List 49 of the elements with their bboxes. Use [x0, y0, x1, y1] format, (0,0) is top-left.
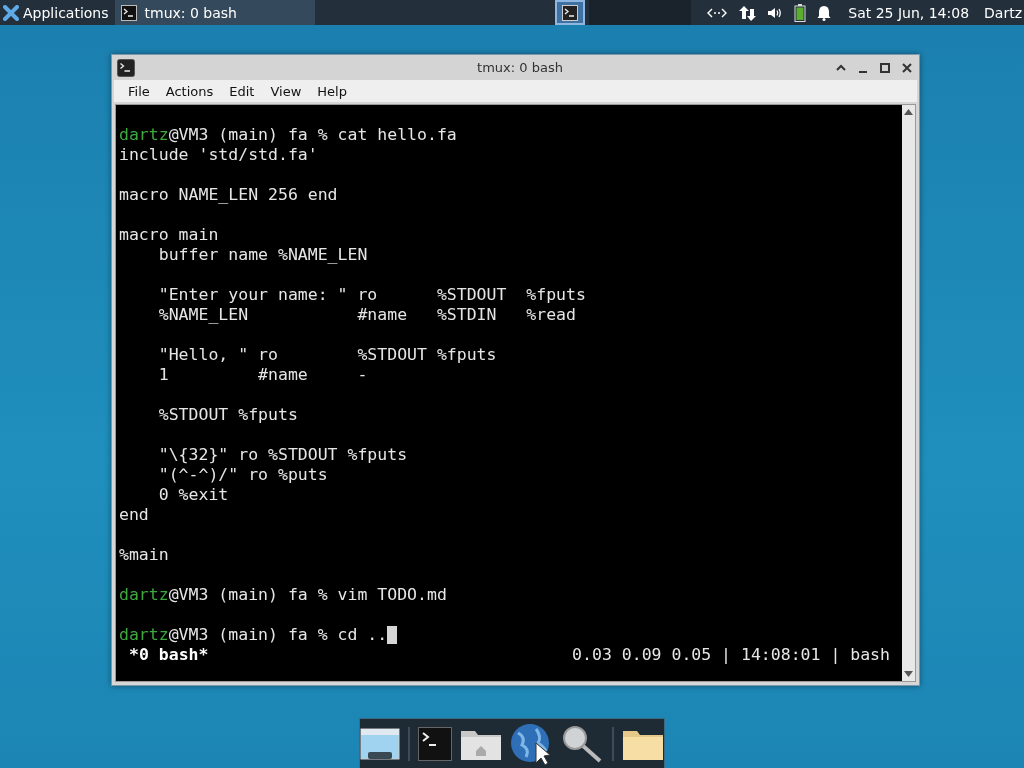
output-line: include 'std/std.fa' — [119, 145, 318, 165]
output-line: macro main — [119, 225, 219, 245]
output-line: 1 #name - — [157, 365, 368, 385]
user-name[interactable]: Dartz — [984, 4, 1022, 21]
cross-icon — [3, 4, 19, 21]
prompt-user: dartz — [119, 125, 169, 145]
output-line: "Hello, " ro %STDOUT %fputs — [157, 345, 497, 365]
terminal-icon[interactable] — [418, 727, 452, 761]
terminal-icon — [120, 4, 137, 21]
output-line: 0 %exit — [157, 485, 229, 505]
menu-item[interactable]: File — [120, 81, 158, 101]
output-line: buffer name %NAME_LEN — [157, 245, 368, 265]
prompt-user: dartz — [119, 625, 169, 645]
menu-item[interactable]: Actions — [157, 81, 222, 101]
window-icon[interactable] — [360, 727, 400, 761]
tmux-window-tab[interactable]: *0 bash* — [119, 645, 209, 665]
command-line: @VM3 (main) fa % cd .. — [168, 625, 388, 645]
workspace-button[interactable] — [555, 0, 586, 25]
terminal-icon — [562, 4, 579, 21]
scroll-down-arrow-icon[interactable] — [904, 671, 913, 677]
magnifier-icon[interactable] — [562, 725, 604, 763]
transfer-arrows-icon[interactable] — [738, 3, 757, 22]
scrollbar[interactable] — [902, 105, 915, 681]
output-line: %main — [119, 545, 169, 565]
taskbar-button[interactable]: tmux: 0 bash — [114, 0, 315, 25]
scroll-up-arrow-icon[interactable] — [904, 109, 913, 115]
menu-item[interactable]: Edit — [221, 81, 263, 101]
battery-icon[interactable] — [794, 3, 807, 22]
window-title: tmux: 0 bash — [476, 60, 564, 75]
output-line: end — [119, 505, 149, 525]
close-button[interactable] — [901, 61, 913, 74]
output-line: "(^-^)/" ro %puts — [157, 465, 328, 485]
clock[interactable]: Sat 25 Jun, 14:08 — [848, 4, 970, 21]
bell-icon[interactable] — [817, 4, 832, 21]
output-line: macro NAME_LEN 256 end — [119, 185, 338, 205]
terminal-icon[interactable] — [117, 58, 135, 77]
prompt-user: dartz — [119, 585, 169, 605]
tmux-status: 0.03 0.09 0.05 | 14:08:01 | bash — [572, 645, 890, 665]
command-line: @VM3 (main) fa % cat hello.fa — [168, 125, 457, 145]
speaker-icon[interactable] — [767, 5, 784, 20]
command-line: @VM3 (main) fa % vim TODO.md — [168, 585, 447, 605]
maximize-button[interactable] — [879, 61, 891, 74]
menu-item[interactable]: Help — [309, 81, 355, 101]
output-line: %STDOUT %fputs — [157, 405, 298, 425]
output-line: "\{32}" ro %STDOUT %fputs — [157, 445, 408, 465]
output-line: %NAME_LEN #name %STDIN %read — [157, 305, 576, 325]
output-line: "Enter your name: " ro %STDOUT %fputs — [157, 285, 586, 305]
applications-menu-button[interactable]: Applications — [0, 0, 115, 25]
menu-item[interactable]: View — [262, 81, 310, 101]
